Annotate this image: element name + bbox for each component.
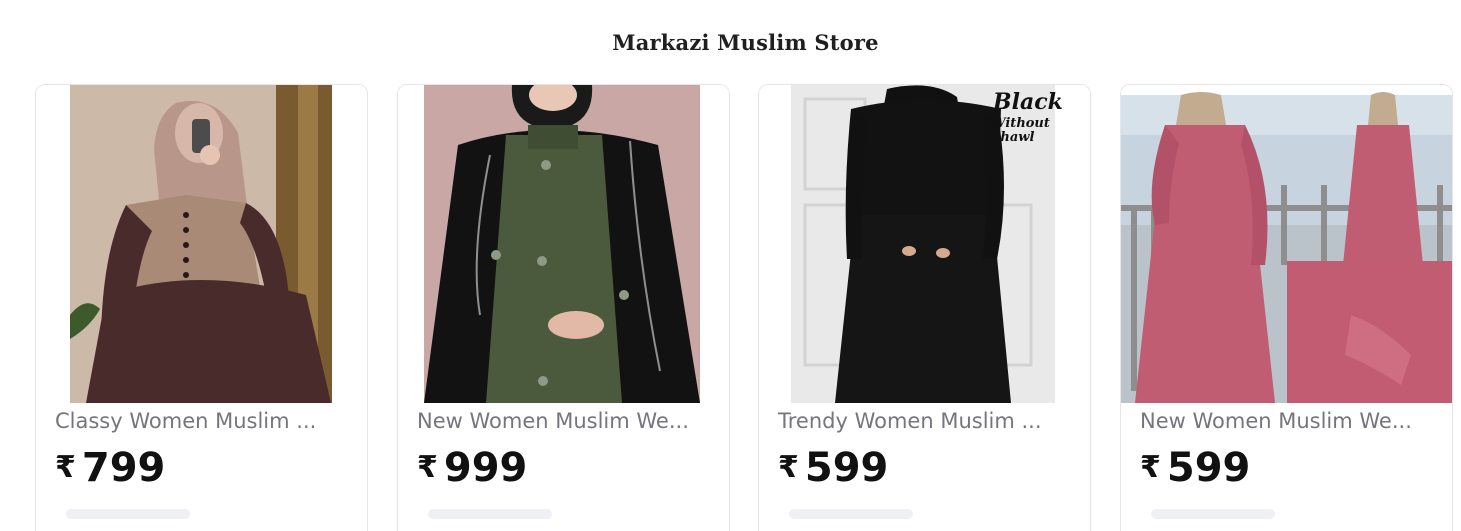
product-image[interactable]: Black Without Shawl	[759, 85, 1090, 403]
product-card[interactable]: New Women Muslim We... ₹599	[1120, 84, 1453, 531]
product-card[interactable]: Black Without Shawl Trendy Women Muslim …	[758, 84, 1091, 531]
product-card[interactable]: New Women Muslim We... ₹999	[397, 84, 730, 531]
currency-symbol: ₹	[1140, 450, 1161, 485]
product-name[interactable]: Classy Women Muslim ...	[55, 409, 355, 433]
product-card[interactable]: Classy Women Muslim ... ₹799	[35, 84, 368, 531]
price-value: 799	[81, 445, 166, 491]
product-price: ₹599	[778, 445, 888, 491]
image-overlay-without: Without	[991, 116, 1050, 131]
product-price: ₹999	[417, 445, 527, 491]
card-footer-placeholder	[66, 509, 190, 519]
product-image[interactable]	[398, 85, 729, 403]
product-price: ₹799	[55, 445, 165, 491]
image-overlay-shawl: Shawl	[991, 130, 1034, 145]
store-title: Markazi Muslim Store	[612, 30, 879, 55]
product-listing-page: Markazi Muslim Store Classy Women Muslim…	[0, 0, 1461, 531]
currency-symbol: ₹	[55, 450, 76, 485]
product-image[interactable]	[36, 85, 367, 403]
price-value: 999	[443, 445, 528, 491]
price-value: 599	[804, 445, 889, 491]
product-image[interactable]	[1121, 85, 1452, 403]
image-overlay-black: Black	[992, 89, 1063, 115]
product-name[interactable]: New Women Muslim We...	[1140, 409, 1440, 433]
card-footer-placeholder	[1151, 509, 1275, 519]
card-footer-placeholder	[789, 509, 913, 519]
currency-symbol: ₹	[778, 450, 799, 485]
currency-symbol: ₹	[417, 450, 438, 485]
product-name[interactable]: Trendy Women Muslim ...	[778, 409, 1078, 433]
price-value: 599	[1166, 445, 1251, 491]
product-price: ₹599	[1140, 445, 1250, 491]
card-footer-placeholder	[428, 509, 552, 519]
product-grid: Classy Women Muslim ... ₹799 New Women M…	[35, 84, 1453, 531]
product-name[interactable]: New Women Muslim We...	[417, 409, 717, 433]
